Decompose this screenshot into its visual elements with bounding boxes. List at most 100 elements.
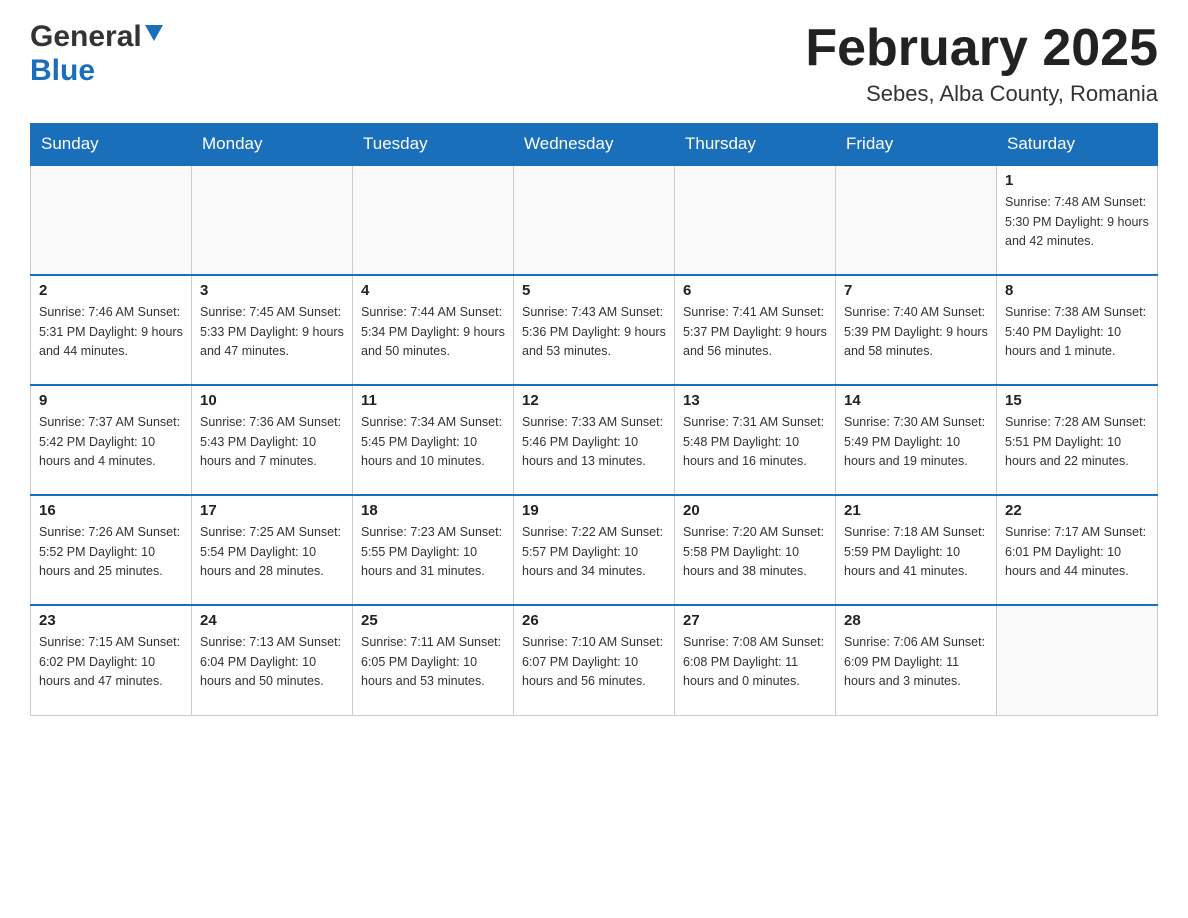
day-number: 22 — [1005, 502, 1149, 519]
calendar-cell — [31, 165, 192, 275]
day-info: Sunrise: 7:48 AM Sunset: 5:30 PM Dayligh… — [1005, 193, 1149, 251]
day-number: 4 — [361, 282, 505, 299]
day-number: 21 — [844, 502, 988, 519]
calendar-cell — [353, 165, 514, 275]
calendar-cell — [675, 165, 836, 275]
day-info: Sunrise: 7:34 AM Sunset: 5:45 PM Dayligh… — [361, 413, 505, 471]
day-info: Sunrise: 7:08 AM Sunset: 6:08 PM Dayligh… — [683, 633, 827, 691]
day-number: 27 — [683, 612, 827, 629]
calendar-table: SundayMondayTuesdayWednesdayThursdayFrid… — [30, 123, 1158, 716]
day-info: Sunrise: 7:37 AM Sunset: 5:42 PM Dayligh… — [39, 413, 183, 471]
day-info: Sunrise: 7:23 AM Sunset: 5:55 PM Dayligh… — [361, 523, 505, 581]
calendar-cell: 9 Sunrise: 7:37 AM Sunset: 5:42 PM Daylig… — [31, 385, 192, 495]
logo-blue-text: Blue — [30, 54, 95, 87]
day-info: Sunrise: 7:11 AM Sunset: 6:05 PM Dayligh… — [361, 633, 505, 691]
calendar-cell: 19 Sunrise: 7:22 AM Sunset: 5:57 PM Dayli… — [514, 495, 675, 605]
month-title: February 2025 — [805, 20, 1158, 77]
calendar-cell: 11 Sunrise: 7:34 AM Sunset: 5:45 PM Dayli… — [353, 385, 514, 495]
calendar-header-row: SundayMondayTuesdayWednesdayThursdayFrid… — [31, 124, 1158, 166]
day-info: Sunrise: 7:45 AM Sunset: 5:33 PM Dayligh… — [200, 303, 344, 361]
logo-arrow-icon — [145, 25, 163, 48]
logo: General Blue — [30, 20, 163, 88]
calendar-cell: 5 Sunrise: 7:43 AM Sunset: 5:36 PM Daylig… — [514, 275, 675, 385]
day-of-week-header: Thursday — [675, 124, 836, 166]
day-info: Sunrise: 7:44 AM Sunset: 5:34 PM Dayligh… — [361, 303, 505, 361]
day-number: 18 — [361, 502, 505, 519]
day-of-week-header: Saturday — [997, 124, 1158, 166]
day-number: 14 — [844, 392, 988, 409]
day-number: 3 — [200, 282, 344, 299]
calendar-cell: 3 Sunrise: 7:45 AM Sunset: 5:33 PM Daylig… — [192, 275, 353, 385]
day-info: Sunrise: 7:30 AM Sunset: 5:49 PM Dayligh… — [844, 413, 988, 471]
day-number: 12 — [522, 392, 666, 409]
calendar-cell: 24Sunrise: 7:13 AM Sunset: 6:04 PM Dayli… — [192, 605, 353, 715]
day-number: 11 — [361, 392, 505, 409]
day-info: Sunrise: 7:25 AM Sunset: 5:54 PM Dayligh… — [200, 523, 344, 581]
week-row: 9 Sunrise: 7:37 AM Sunset: 5:42 PM Daylig… — [31, 385, 1158, 495]
day-number: 1 — [1005, 172, 1149, 189]
calendar-cell — [997, 605, 1158, 715]
day-number: 2 — [39, 282, 183, 299]
calendar-cell: 21 Sunrise: 7:18 AM Sunset: 5:59 PM Dayli… — [836, 495, 997, 605]
day-number: 23 — [39, 612, 183, 629]
calendar-cell: 23 Sunrise: 7:15 AM Sunset: 6:02 PM Dayli… — [31, 605, 192, 715]
day-number: 17 — [200, 502, 344, 519]
day-of-week-header: Friday — [836, 124, 997, 166]
day-info: Sunrise: 7:43 AM Sunset: 5:36 PM Dayligh… — [522, 303, 666, 361]
day-number: 13 — [683, 392, 827, 409]
day-number: 16 — [39, 502, 183, 519]
day-number: 28 — [844, 612, 988, 629]
day-of-week-header: Tuesday — [353, 124, 514, 166]
calendar-cell: 16 Sunrise: 7:26 AM Sunset: 5:52 PM Dayli… — [31, 495, 192, 605]
calendar-cell: 13 Sunrise: 7:31 AM Sunset: 5:48 PM Dayli… — [675, 385, 836, 495]
day-number: 15 — [1005, 392, 1149, 409]
day-number: 19 — [522, 502, 666, 519]
day-info: Sunrise: 7:33 AM Sunset: 5:46 PM Dayligh… — [522, 413, 666, 471]
calendar-cell: 2 Sunrise: 7:46 AM Sunset: 5:31 PM Daylig… — [31, 275, 192, 385]
day-number: 7 — [844, 282, 988, 299]
day-info: Sunrise: 7:15 AM Sunset: 6:02 PM Dayligh… — [39, 633, 183, 691]
calendar-cell: 8 Sunrise: 7:38 AM Sunset: 5:40 PM Daylig… — [997, 275, 1158, 385]
day-number: 10 — [200, 392, 344, 409]
calendar-cell: 1 Sunrise: 7:48 AM Sunset: 5:30 PM Daylig… — [997, 165, 1158, 275]
day-number: 6 — [683, 282, 827, 299]
day-number: 9 — [39, 392, 183, 409]
day-number: 5 — [522, 282, 666, 299]
day-info: Sunrise: 7:31 AM Sunset: 5:48 PM Dayligh… — [683, 413, 827, 471]
page-header: General Blue February 2025 Sebes, Alba C… — [30, 20, 1158, 107]
calendar-cell: 22Sunrise: 7:17 AM Sunset: 6:01 PM Dayli… — [997, 495, 1158, 605]
location-subtitle: Sebes, Alba County, Romania — [805, 81, 1158, 107]
day-of-week-header: Monday — [192, 124, 353, 166]
calendar-cell: 10 Sunrise: 7:36 AM Sunset: 5:43 PM Dayli… — [192, 385, 353, 495]
week-row: 1 Sunrise: 7:48 AM Sunset: 5:30 PM Daylig… — [31, 165, 1158, 275]
day-info: Sunrise: 7:36 AM Sunset: 5:43 PM Dayligh… — [200, 413, 344, 471]
day-info: Sunrise: 7:26 AM Sunset: 5:52 PM Dayligh… — [39, 523, 183, 581]
week-row: 23 Sunrise: 7:15 AM Sunset: 6:02 PM Dayli… — [31, 605, 1158, 715]
day-of-week-header: Wednesday — [514, 124, 675, 166]
day-number: 20 — [683, 502, 827, 519]
day-number: 25 — [361, 612, 505, 629]
day-info: Sunrise: 7:13 AM Sunset: 6:04 PM Dayligh… — [200, 633, 344, 691]
day-info: Sunrise: 7:18 AM Sunset: 5:59 PM Dayligh… — [844, 523, 988, 581]
calendar-cell — [514, 165, 675, 275]
calendar-cell: 27 Sunrise: 7:08 AM Sunset: 6:08 PM Dayli… — [675, 605, 836, 715]
calendar-cell: 6Sunrise: 7:41 AM Sunset: 5:37 PM Daylig… — [675, 275, 836, 385]
calendar-cell — [836, 165, 997, 275]
logo-general-text: General — [30, 20, 142, 54]
day-info: Sunrise: 7:46 AM Sunset: 5:31 PM Dayligh… — [39, 303, 183, 361]
day-info: Sunrise: 7:06 AM Sunset: 6:09 PM Dayligh… — [844, 633, 988, 691]
calendar-cell: 25 Sunrise: 7:11 AM Sunset: 6:05 PM Dayli… — [353, 605, 514, 715]
calendar-cell: 12 Sunrise: 7:33 AM Sunset: 5:46 PM Dayli… — [514, 385, 675, 495]
calendar-cell: 14 Sunrise: 7:30 AM Sunset: 5:49 PM Dayli… — [836, 385, 997, 495]
day-number: 8 — [1005, 282, 1149, 299]
day-info: Sunrise: 7:22 AM Sunset: 5:57 PM Dayligh… — [522, 523, 666, 581]
calendar-cell: 18 Sunrise: 7:23 AM Sunset: 5:55 PM Dayli… — [353, 495, 514, 605]
calendar-cell: 26Sunrise: 7:10 AM Sunset: 6:07 PM Dayli… — [514, 605, 675, 715]
calendar-cell: 28 Sunrise: 7:06 AM Sunset: 6:09 PM Dayli… — [836, 605, 997, 715]
day-info: Sunrise: 7:40 AM Sunset: 5:39 PM Dayligh… — [844, 303, 988, 361]
calendar-cell: 20Sunrise: 7:20 AM Sunset: 5:58 PM Dayli… — [675, 495, 836, 605]
day-info: Sunrise: 7:38 AM Sunset: 5:40 PM Dayligh… — [1005, 303, 1149, 361]
day-info: Sunrise: 7:10 AM Sunset: 6:07 PM Dayligh… — [522, 633, 666, 691]
week-row: 2 Sunrise: 7:46 AM Sunset: 5:31 PM Daylig… — [31, 275, 1158, 385]
day-of-week-header: Sunday — [31, 124, 192, 166]
